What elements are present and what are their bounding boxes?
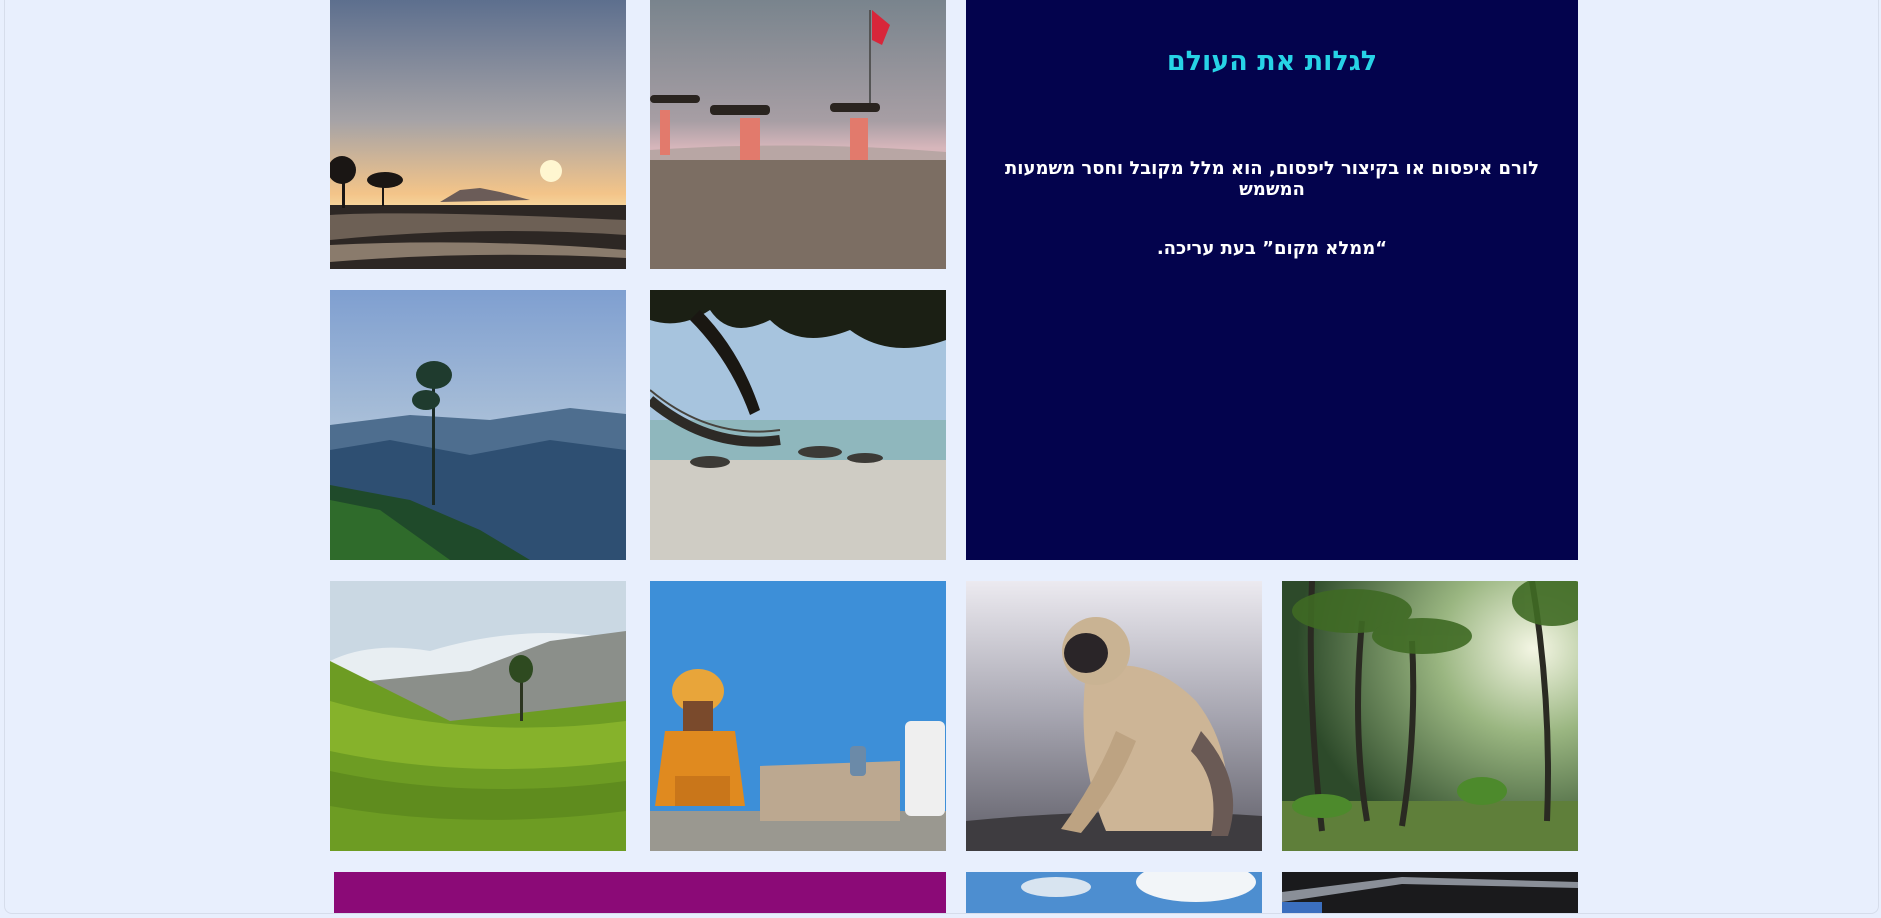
beach-carriers-photo[interactable]	[650, 0, 946, 269]
palm-forest-photo[interactable]	[1282, 581, 1578, 851]
sky-photo[interactable]	[966, 872, 1262, 913]
feature-text-line-2: “ממלא מקום” בעת עריכה.	[1156, 238, 1388, 259]
tea-plantation-photo[interactable]	[330, 581, 626, 851]
feature-heading: לגלות את העולם	[1166, 46, 1378, 77]
feature-text-line-1: לורם איפסום או בקיצור ליפסום, הוא מלל מק…	[1005, 158, 1539, 200]
dark-photo[interactable]	[1282, 872, 1578, 913]
misty-hills-photo[interactable]	[330, 290, 626, 560]
purple-block	[334, 872, 946, 913]
feature-panel: לגלות את העולם לורם איפסום או בקיצור ליפ…	[966, 0, 1578, 560]
hammock-beach-photo[interactable]	[650, 290, 946, 560]
sunset-photo[interactable]	[330, 0, 626, 269]
sadhu-photo[interactable]	[650, 581, 946, 851]
page-frame: לגלות את העולם לורם איפסום או בקיצור ליפ…	[4, 0, 1879, 914]
langur-photo[interactable]	[966, 581, 1262, 851]
